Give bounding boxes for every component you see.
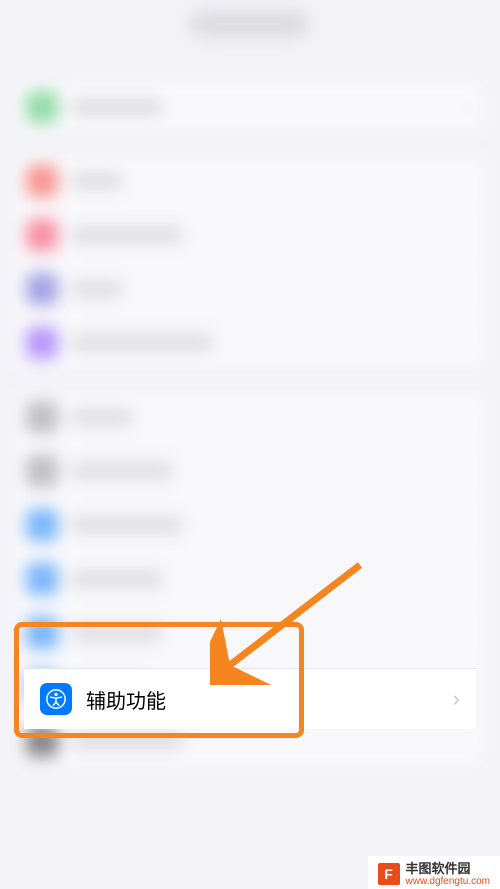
settings-icon [26, 165, 58, 197]
settings-row-accessibility-placeholder[interactable] [12, 606, 488, 660]
settings-icon [26, 219, 58, 251]
settings-label-blur [72, 409, 132, 425]
settings-label-blur [72, 173, 122, 189]
accessibility-label: 辅助功能 [86, 685, 166, 714]
settings-row[interactable] [12, 390, 488, 444]
settings-icon [26, 401, 58, 433]
settings-label-blur [72, 281, 122, 297]
settings-row[interactable] [12, 262, 488, 316]
chevron-right-icon: › [467, 94, 474, 120]
watermark-name: 丰图软件园 [406, 862, 491, 876]
watermark: F 丰图软件园 www.dgfengtu.com [368, 856, 500, 889]
dynamic-island [190, 10, 310, 38]
settings-label-blur [72, 625, 162, 641]
settings-row[interactable] [12, 154, 488, 208]
settings-label-blur [72, 335, 212, 351]
settings-icon [26, 563, 58, 595]
settings-row[interactable] [12, 498, 488, 552]
settings-label-blur [72, 571, 162, 587]
settings-icon [26, 455, 58, 487]
settings-label-blur [72, 99, 162, 115]
accessibility-icon [40, 683, 72, 715]
settings-icon [26, 327, 58, 359]
watermark-logo: F [378, 863, 400, 885]
settings-section-1: › [12, 80, 488, 134]
settings-label-blur [72, 227, 182, 243]
settings-icon [26, 725, 58, 757]
settings-row[interactable] [12, 208, 488, 262]
watermark-url: www.dgfengtu.com [406, 876, 491, 887]
chevron-right-icon: › [453, 686, 460, 712]
settings-row[interactable] [12, 552, 488, 606]
settings-row[interactable] [12, 444, 488, 498]
settings-icon [26, 273, 58, 305]
settings-label-blur [72, 733, 182, 749]
settings-label-blur [72, 517, 182, 533]
blurred-background: › [0, 0, 500, 768]
settings-icon [26, 509, 58, 541]
settings-row[interactable]: › [12, 80, 488, 134]
settings-row[interactable] [12, 316, 488, 370]
status-bar [0, 0, 500, 60]
settings-row-accessibility[interactable]: 辅助功能 › [24, 668, 476, 729]
settings-label-blur [72, 463, 172, 479]
settings-section-2 [12, 154, 488, 370]
settings-icon [26, 617, 58, 649]
settings-icon [26, 91, 58, 123]
